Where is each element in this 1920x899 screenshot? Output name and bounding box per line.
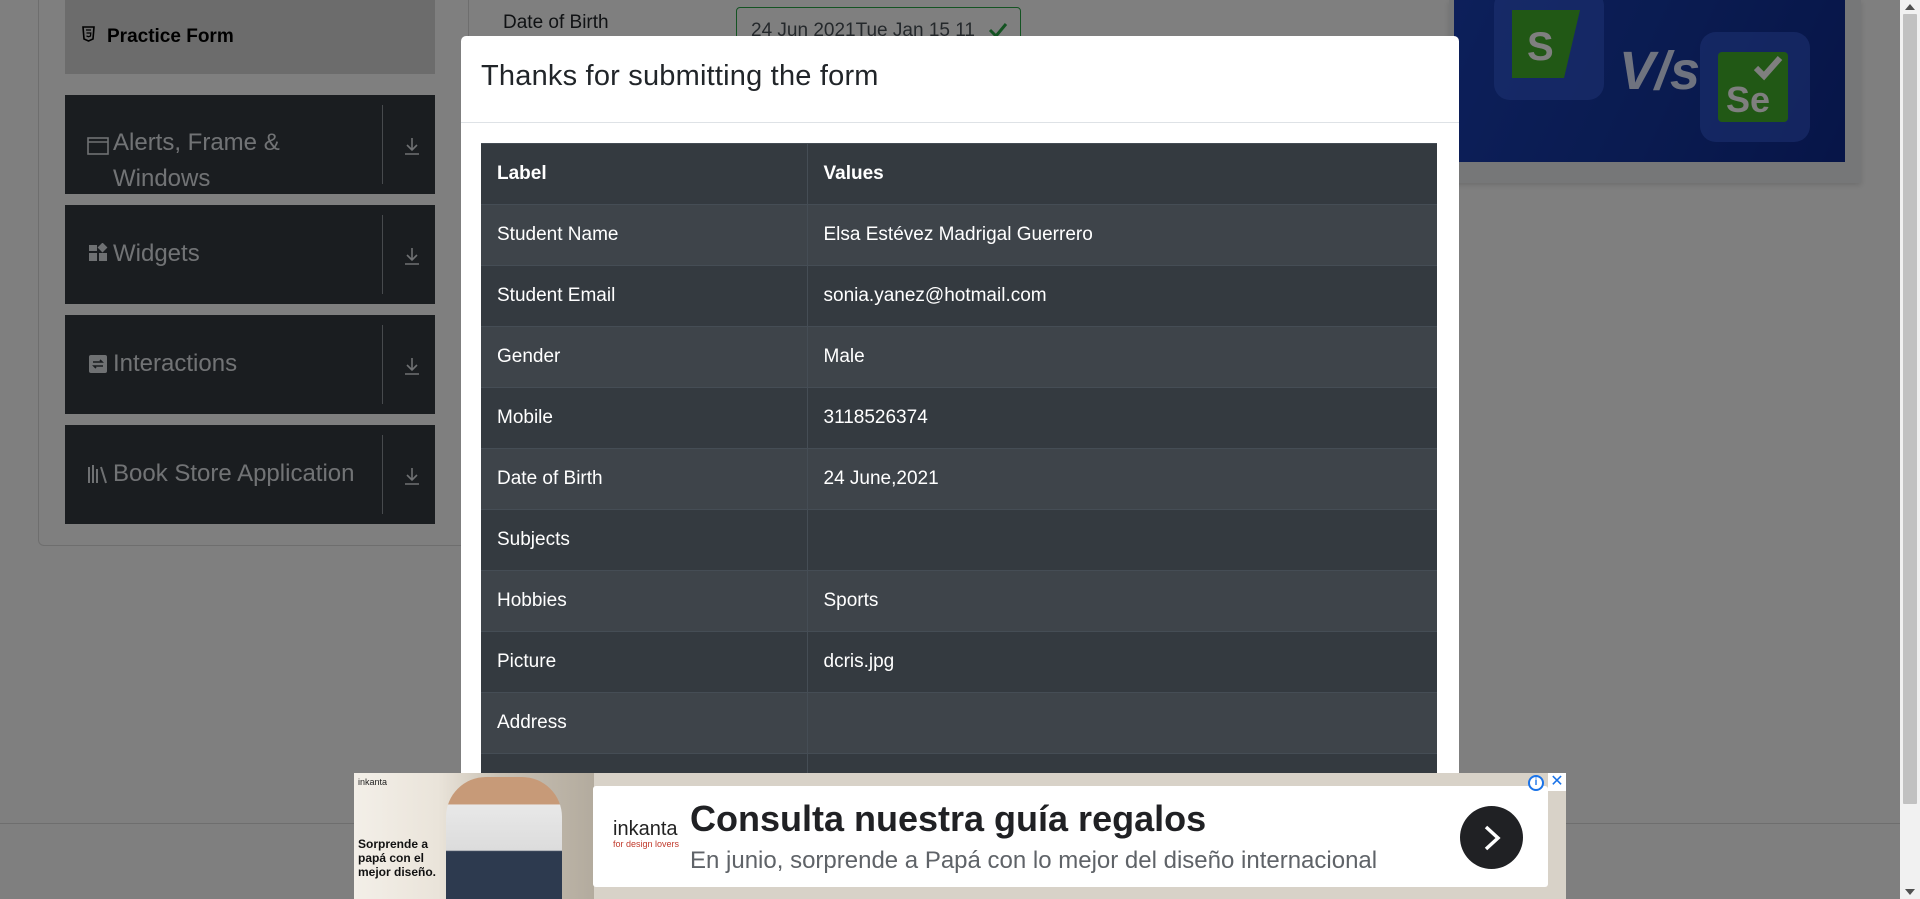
row-value bbox=[807, 509, 1437, 571]
scroll-thumb[interactable] bbox=[1903, 14, 1917, 804]
ad-model-image bbox=[446, 777, 562, 899]
row-value: 3118526374 bbox=[807, 387, 1437, 449]
header-label: Label bbox=[481, 143, 808, 205]
submission-modal: Thanks for submitting the form Label Val… bbox=[461, 36, 1459, 899]
row-value: 24 June,2021 bbox=[807, 448, 1437, 510]
row-value: sonia.yanez@hotmail.com bbox=[807, 265, 1437, 327]
ad-banner[interactable]: inkanta Sorprende a papá con el mejor di… bbox=[354, 773, 1566, 899]
chevron-right-icon bbox=[1484, 825, 1501, 851]
row-label: Date of Birth bbox=[481, 448, 808, 510]
table-row: Student Email sonia.yanez@hotmail.com bbox=[481, 265, 1437, 327]
table-header-row: Label Values bbox=[481, 143, 1437, 205]
ad-subtext: En junio, sorprende a Papá con lo mejor … bbox=[690, 847, 1378, 874]
row-value: dcris.jpg bbox=[807, 631, 1437, 693]
modal-body: Label Values Student Name Elsa Estévez Ma… bbox=[461, 123, 1459, 869]
table-row: Subjects bbox=[481, 509, 1437, 571]
row-label: Student Email bbox=[481, 265, 808, 327]
scroll-down-icon[interactable] bbox=[1905, 889, 1915, 895]
row-label: Subjects bbox=[481, 509, 808, 571]
ad-image-brand: inkanta bbox=[358, 777, 388, 787]
table-row: Picture dcris.jpg bbox=[481, 631, 1437, 693]
results-table: Label Values Student Name Elsa Estévez Ma… bbox=[481, 143, 1437, 815]
row-value: Male bbox=[807, 326, 1437, 388]
page-scrollbar[interactable] bbox=[1900, 0, 1920, 899]
modal-title: Thanks for submitting the form bbox=[481, 60, 879, 92]
ad-info-icon[interactable]: i bbox=[1528, 775, 1544, 791]
table-row: Student Name Elsa Estévez Madrigal Guerre… bbox=[481, 204, 1437, 266]
ad-image-tagline: Sorprende a papá con el mejor diseño. bbox=[358, 837, 437, 879]
scroll-up-icon[interactable] bbox=[1905, 4, 1915, 10]
row-value: Sports bbox=[807, 570, 1437, 632]
row-value bbox=[807, 692, 1437, 754]
row-label: Gender bbox=[481, 326, 808, 388]
ad-headline[interactable]: Consulta nuestra guía regalos bbox=[690, 798, 1206, 840]
ad-card[interactable]: inkanta for design lovers Consulta nuest… bbox=[593, 786, 1548, 887]
modal-header: Thanks for submitting the form bbox=[461, 36, 1459, 123]
table-row: Address bbox=[481, 692, 1437, 754]
ad-arrow-button[interactable] bbox=[1460, 806, 1523, 869]
ad-logo: inkanta for design lovers bbox=[613, 818, 679, 849]
row-label: Picture bbox=[481, 631, 808, 693]
table-row: Date of Birth 24 June,2021 bbox=[481, 448, 1437, 510]
row-label: Mobile bbox=[481, 387, 808, 449]
row-label: Student Name bbox=[481, 204, 808, 266]
table-row: Hobbies Sports bbox=[481, 570, 1437, 632]
table-row: Mobile 3118526374 bbox=[481, 387, 1437, 449]
ad-logo-text: inkanta bbox=[613, 818, 678, 840]
row-value: Elsa Estévez Madrigal Guerrero bbox=[807, 204, 1437, 266]
table-row: Gender Male bbox=[481, 326, 1437, 388]
header-values: Values bbox=[807, 143, 1437, 205]
row-label: Hobbies bbox=[481, 570, 808, 632]
row-label: Address bbox=[481, 692, 808, 754]
ad-close-icon[interactable]: ✕ bbox=[1548, 773, 1566, 791]
ad-image[interactable]: inkanta Sorprende a papá con el mejor di… bbox=[354, 773, 594, 899]
ad-logo-tagline: for design lovers bbox=[613, 839, 680, 849]
